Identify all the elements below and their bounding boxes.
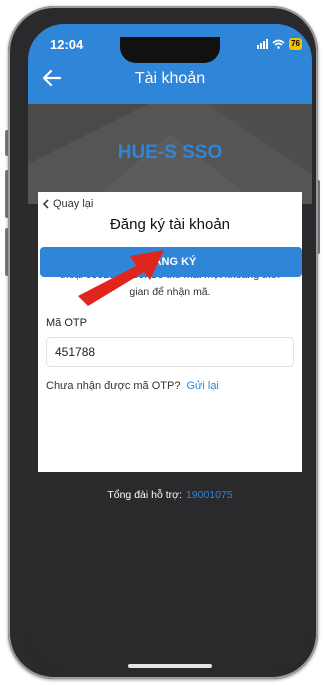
hotline-label: Tổng đài hỗ trợ: <box>107 489 182 501</box>
otp-label: Mã OTP <box>46 317 87 329</box>
hotline-number[interactable]: 19001075 <box>186 489 233 501</box>
card-heading: Đăng ký tài khoản <box>109 216 231 233</box>
camera-notch <box>120 37 220 63</box>
home-indicator[interactable] <box>128 664 212 668</box>
resend-row: Chưa nhận được mã OTP? Gửi lại <box>46 380 219 392</box>
brand-banner: HUE-S SSO <box>28 104 312 204</box>
back-link-label: Quay lại <box>53 198 94 210</box>
battery-icon: 76 <box>289 38 302 50</box>
support-hotline: Tổng đài hỗ trợ: 19001075 <box>28 489 312 501</box>
page-title: Tài khoản <box>134 70 206 87</box>
resend-prompt: Chưa nhận được mã OTP? <box>46 380 181 392</box>
status-time: 12:04 <box>50 37 84 52</box>
status-bar: 12:04 76 <box>28 37 312 63</box>
app-header: 12:04 76 Tài khoản <box>28 24 312 104</box>
chevron-left-icon <box>42 199 49 209</box>
wifi-icon <box>272 39 285 49</box>
brand-logo-text: HUE-S SSO <box>117 142 223 163</box>
annotation-arrow-icon <box>78 250 164 306</box>
status-icons: 76 <box>257 38 302 50</box>
otp-card: Quay lại Đăng ký tài khoản Vui lòng nhập… <box>38 192 302 472</box>
phone-frame: 12:04 76 Tài khoản HUE-S SSO Quay lại Đă… <box>8 6 318 679</box>
signal-icon <box>257 39 269 49</box>
back-link[interactable]: Quay lại <box>42 198 93 210</box>
otp-input[interactable]: 451788 <box>46 337 294 367</box>
resend-link[interactable]: Gửi lại <box>186 380 218 392</box>
phone-screen: 12:04 76 Tài khoản HUE-S SSO Quay lại Đă… <box>28 24 312 672</box>
